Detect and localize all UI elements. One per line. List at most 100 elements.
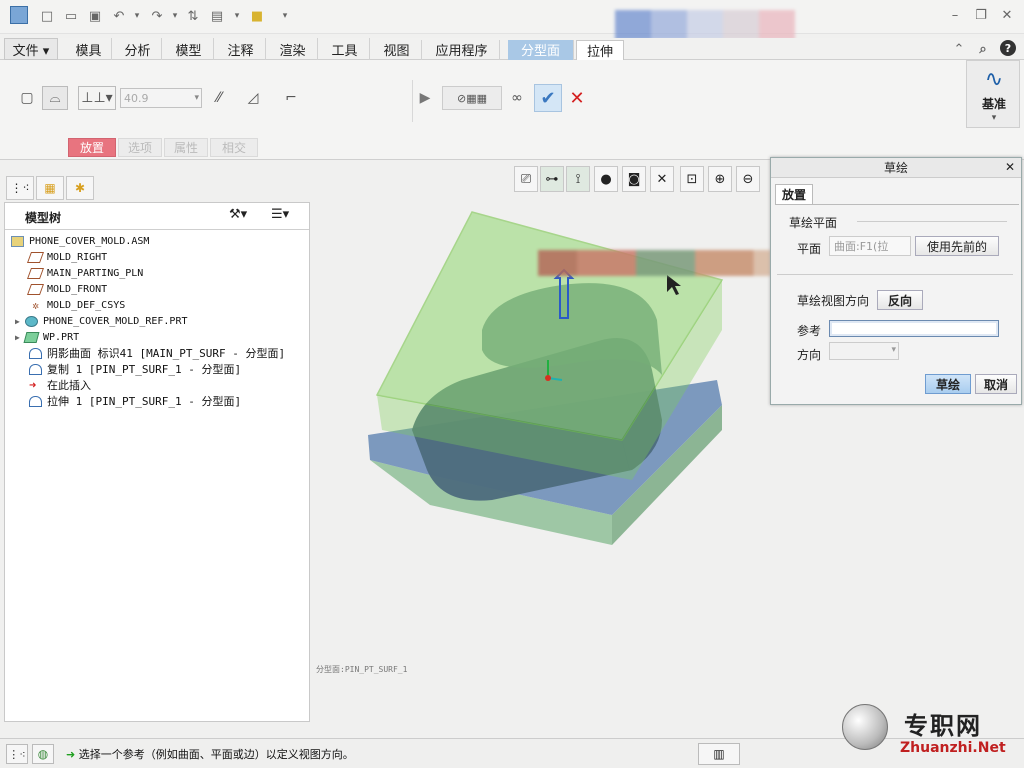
datum-display-icon[interactable]: ⊶ [540, 166, 564, 192]
browser-toggle-icon[interactable]: ◍ [32, 744, 54, 764]
search-icon[interactable]: ⌕ [974, 40, 992, 58]
verify-glasses-icon[interactable]: ∞ [504, 86, 530, 110]
tab-file[interactable]: 文件 ▾ [4, 38, 58, 60]
tab-extrude[interactable]: 拉伸 [576, 40, 624, 60]
tree-item-shadow-surface[interactable]: 阴影曲面 标识41 [MAIN_PT_SURF - 分型面] [29, 345, 285, 361]
tree-item-label: 拉伸 1 [PIN_PT_SURF_1 - 分型面] [47, 395, 242, 408]
flip-direction-icon[interactable]: ⁄⁄ [206, 86, 232, 110]
subtab-properties[interactable]: 属性 [164, 138, 208, 157]
undo-icon[interactable]: ↶ [110, 7, 128, 25]
remove-material-icon[interactable]: ◿ [240, 86, 266, 110]
tree-item-assembly[interactable]: PHONE_COVER_MOLD.ASM [11, 233, 149, 249]
sketch-cancel-button[interactable]: 取消 [975, 374, 1017, 394]
expand-arrow-icon[interactable]: ▶ [15, 317, 25, 326]
preview-options-icon[interactable]: ⊘▦▦ [442, 86, 502, 110]
tree-item-main-parting-pln[interactable]: MAIN_PARTING_PLN [26, 265, 144, 281]
redo-dropdown-icon[interactable]: ▾ [166, 7, 184, 25]
subtab-placement[interactable]: 放置 [68, 138, 116, 157]
depth-blind-icon[interactable]: ⊥⊥▾ [78, 86, 116, 110]
tree-item-insert-here[interactable]: ➜ 在此插入 [29, 377, 91, 393]
saved-views-icon[interactable]: ⎚ [514, 166, 538, 192]
section-line [857, 221, 1007, 222]
tree-toggle-icon[interactable]: ⋮⁖ [6, 744, 28, 764]
ribbon-tab-bar: 文件 ▾ 模具 分析 模型 注释 渲染 工具 视图 应用程序 分型面 拉伸 ⌃ … [0, 38, 1024, 60]
windows-dropdown-icon[interactable]: ▾ [228, 7, 246, 25]
save-icon[interactable]: ▣ [86, 7, 104, 25]
minimize-icon[interactable]: – [946, 6, 964, 24]
redo-icon[interactable]: ↷ [148, 7, 166, 25]
plane-field[interactable]: 曲面:F1(拉 [829, 236, 911, 256]
tab-model[interactable]: 模型 [164, 38, 214, 60]
tab-render[interactable]: 渲染 [268, 38, 318, 60]
display-style-icon[interactable]: ◙ [622, 166, 646, 192]
tab-annotate[interactable]: 注释 [216, 38, 266, 60]
ribbon-collapse-icon[interactable]: ⌃ [950, 40, 968, 58]
flip-button[interactable]: 反向 [877, 290, 923, 310]
windows-icon[interactable]: ▤ [208, 7, 226, 25]
solid-icon[interactable]: ▢ [14, 86, 40, 110]
thicken-icon[interactable]: ⌐ [278, 86, 304, 110]
cancel-x-icon[interactable]: ✕ [564, 86, 590, 110]
surface-toggle-icon[interactable]: ⌓ [42, 86, 68, 110]
axis-display-icon[interactable]: ⟟ [566, 166, 590, 192]
refit-icon[interactable]: ⊡ [680, 166, 704, 192]
tab-mold[interactable]: 模具 [66, 38, 112, 60]
tab-view[interactable]: 视图 [372, 40, 422, 60]
reference-input[interactable] [829, 320, 999, 337]
tree-item-mold-front[interactable]: MOLD_FRONT [26, 281, 107, 297]
undo-dropdown-icon[interactable]: ▾ [128, 7, 146, 25]
datum-label: 基准 [981, 97, 1006, 111]
dialog-tab-placement[interactable]: 放置 [775, 184, 813, 204]
status-arrow-icon: ➜ [66, 748, 76, 761]
tree-item-label: MAIN_PARTING_PLN [47, 267, 144, 279]
sketch-ok-button[interactable]: 草绘 [925, 374, 971, 394]
tree-item-label: MOLD_RIGHT [47, 251, 108, 263]
subtab-options[interactable]: 选项 [118, 138, 162, 157]
close-icon[interactable]: ✕ [998, 6, 1016, 24]
model-tree-title: 模型树 [25, 211, 62, 225]
depth-dropdown-icon[interactable]: ▾ [194, 93, 199, 103]
restore-icon[interactable]: ❐ [972, 6, 990, 24]
subtab-intersect[interactable]: 相交 [210, 138, 258, 157]
confirm-check-icon[interactable]: ✔ [534, 84, 562, 112]
pause-triangle-icon[interactable]: ▶ [416, 86, 434, 110]
customize-dropdown-icon[interactable]: ▾ [276, 7, 294, 25]
orientation-select[interactable]: ▾ [829, 342, 899, 360]
extrude-dashboard: ▢ ⌓ ⊥⊥▾ 40.9 ▾ ⁄⁄ ◿ ⌐ ▶ ⊘▦▦ ∞ ✔ ✕ 放置 选项 … [0, 60, 1024, 160]
tree-settings-icon[interactable]: ⚒▾ [229, 207, 247, 222]
dialog-close-icon[interactable]: ✕ [1005, 160, 1015, 174]
tab-analysis[interactable]: 分析 [114, 38, 162, 60]
tree-item-ref-part[interactable]: ▶ PHONE_COVER_MOLD_REF.PRT [15, 313, 188, 329]
tab-parting-surface[interactable]: 分型面 [508, 40, 574, 60]
orientation-dropdown-icon[interactable]: ▾ [891, 345, 896, 355]
surface-icon [29, 347, 42, 359]
blurred-title [615, 10, 795, 40]
close-window-icon[interactable]: ■ [248, 7, 266, 25]
zoom-out-icon[interactable]: ⊖ [736, 166, 760, 192]
zoom-in-icon[interactable]: ⊕ [708, 166, 732, 192]
dialog-divider [777, 274, 1013, 275]
dialog-tab-line [775, 204, 1019, 205]
tree-item-copy-1[interactable]: 复制 1 [PIN_PT_SURF_1 - 分型面] [29, 361, 241, 377]
selection-filter-icon[interactable]: ▥ [698, 743, 740, 765]
help-icon[interactable]: ? [1000, 40, 1016, 56]
model-tree-tab-icon[interactable]: ⋮⁖ [6, 176, 34, 200]
new-file-icon[interactable]: □ [38, 7, 56, 25]
csys-icon: ✲ [32, 298, 39, 312]
tree-item-mold-right[interactable]: MOLD_RIGHT [26, 249, 108, 265]
spin-center-icon[interactable]: ● [594, 166, 618, 192]
tab-tools[interactable]: 工具 [320, 38, 370, 60]
tree-item-extrude-1[interactable]: 拉伸 1 [PIN_PT_SURF_1 - 分型面] [29, 393, 241, 409]
use-previous-button[interactable]: 使用先前的 [915, 236, 999, 256]
tab-applications[interactable]: 应用程序 [424, 40, 500, 60]
regenerate-icon[interactable]: ⇅ [184, 7, 202, 25]
tree-item-workpiece[interactable]: ▶ WP.PRT [15, 329, 79, 345]
csys-toggle-icon[interactable]: ✕ [650, 166, 674, 192]
tree-columns-icon[interactable]: ☰▾ [271, 207, 289, 222]
datum-group[interactable]: ∿ 基准 ▾ [966, 60, 1020, 128]
tree-item-mold-def-csys[interactable]: ✲ MOLD_DEF_CSYS [29, 297, 125, 313]
folder-browser-tab-icon[interactable]: ▦ [36, 176, 64, 200]
favorites-tab-icon[interactable]: ✱ [66, 176, 94, 200]
depth-value-input[interactable]: 40.9 ▾ [120, 88, 202, 108]
open-folder-icon[interactable]: ▭ [62, 7, 80, 25]
